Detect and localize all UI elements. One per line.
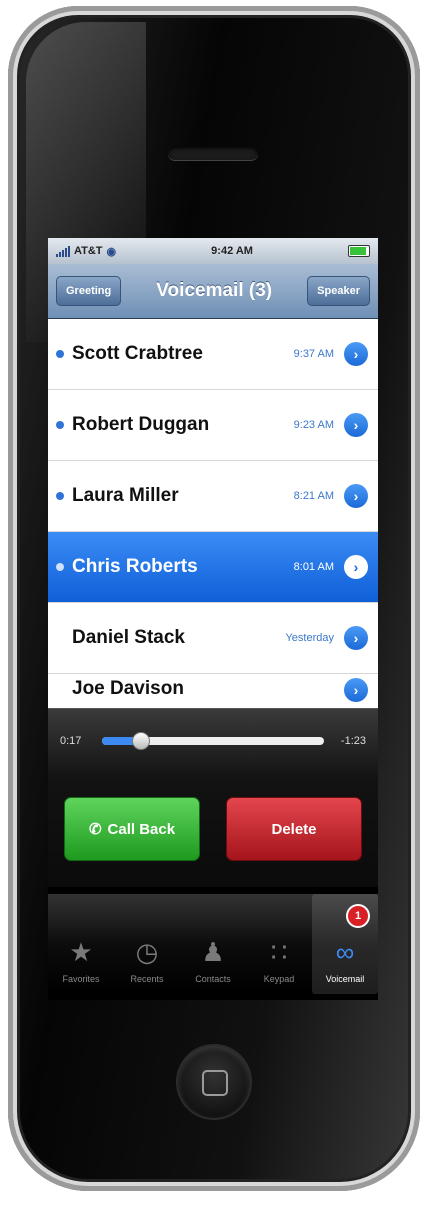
voicemail-time: 8:21 AM (293, 490, 334, 502)
detail-disclosure-icon[interactable]: › (344, 555, 368, 579)
list-item[interactable]: Robert Duggan 9:23 AM › (48, 390, 378, 461)
list-item[interactable]: Scott Crabtree 9:37 AM › (48, 319, 378, 390)
playback-scrubber: 0:17 -1:23 (60, 731, 366, 751)
caller-name: Joe Davison (72, 678, 184, 699)
elapsed-time: 0:17 (60, 735, 82, 747)
tab-recents[interactable]: ◷ Recents (114, 894, 180, 994)
unread-dot (56, 492, 64, 500)
voicemail-time: 8:01 AM (293, 561, 334, 573)
screen: AT&T ◉ 9:42 AM Greeting Voicemail (3) Sp… (48, 238, 378, 1000)
detail-disclosure-icon[interactable]: › (344, 484, 368, 508)
scrub-handle[interactable] (131, 732, 150, 750)
page-title: Voicemail (3) (156, 280, 273, 301)
voicemail-time: Yesterday (285, 632, 334, 644)
call-back-button[interactable]: ✆ Call Back (64, 797, 200, 861)
tab-label: Favorites (62, 974, 100, 984)
list-item[interactable]: Joe Davison › (48, 674, 378, 709)
unread-dot (56, 563, 64, 571)
list-item-selected[interactable]: Chris Roberts 8:01 AM › (48, 532, 378, 603)
wifi-icon: ◉ (106, 245, 117, 258)
voicemail-time: 9:37 AM (293, 348, 334, 360)
voicemail-player: 0:17 -1:23 ✆ Call Back Delete (48, 708, 378, 887)
list-item[interactable]: Daniel Stack Yesterday › (48, 603, 378, 674)
delete-button[interactable]: Delete (226, 797, 362, 861)
earpiece-speaker (168, 146, 258, 160)
tab-label: Keypad (263, 974, 295, 984)
home-button[interactable] (178, 1046, 250, 1118)
tab-voicemail[interactable]: ∞ 1 Voicemail (312, 894, 378, 994)
caller-name: Scott Crabtree (72, 343, 203, 364)
tab-label: Recents (130, 974, 164, 984)
tab-keypad[interactable]: ∷ Keypad (246, 894, 312, 994)
delete-label: Delete (271, 820, 317, 838)
tab-favorites[interactable]: ★ Favorites (48, 894, 114, 994)
status-bar: AT&T ◉ 9:42 AM (48, 238, 378, 264)
remaining-time: -1:23 (340, 735, 366, 747)
phone-body: AT&T ◉ 9:42 AM Greeting Voicemail (3) Sp… (8, 6, 420, 1191)
clock-icon: ◷ (135, 937, 159, 967)
voicemail-badge: 1 (346, 904, 370, 928)
greeting-button[interactable]: Greeting (56, 276, 122, 306)
tab-contacts[interactable]: ♟ Contacts (180, 894, 246, 994)
battery-icon (348, 245, 370, 257)
scrub-track[interactable] (102, 732, 324, 750)
carrier-label: AT&T (74, 245, 103, 257)
voicemail-time: 9:23 AM (293, 419, 334, 431)
voicemail-list: Scott Crabtree 9:37 AM › Robert Duggan 9… (48, 319, 378, 709)
speaker-button[interactable]: Speaker (307, 276, 370, 306)
detail-disclosure-icon[interactable]: › (344, 678, 368, 702)
home-square-icon (202, 1070, 228, 1096)
signal-icon (56, 245, 70, 257)
star-icon: ★ (69, 937, 93, 967)
caller-name: Chris Roberts (72, 556, 198, 577)
keypad-icon: ∷ (270, 937, 288, 967)
detail-disclosure-icon[interactable]: › (344, 413, 368, 437)
status-time: 9:42 AM (211, 245, 253, 257)
list-item[interactable]: Laura Miller 8:21 AM › (48, 461, 378, 532)
caller-name: Daniel Stack (72, 627, 185, 648)
unread-dot (56, 421, 64, 429)
tab-bar: ★ Favorites ◷ Recents ♟ Contacts ∷ Keypa… (48, 894, 378, 994)
call-back-label: Call Back (107, 820, 176, 838)
unread-dot (56, 350, 64, 358)
voicemail-icon: ∞ (335, 937, 355, 967)
person-icon: ♟ (201, 937, 225, 967)
phone-icon: ✆ (88, 821, 102, 838)
caller-name: Robert Duggan (72, 414, 210, 435)
nav-bar: Greeting Voicemail (3) Speaker (48, 264, 378, 319)
tab-label: Contacts (195, 974, 231, 984)
tab-label: Voicemail (325, 974, 365, 984)
detail-disclosure-icon[interactable]: › (344, 626, 368, 650)
caller-name: Laura Miller (72, 485, 179, 506)
detail-disclosure-icon[interactable]: › (344, 342, 368, 366)
